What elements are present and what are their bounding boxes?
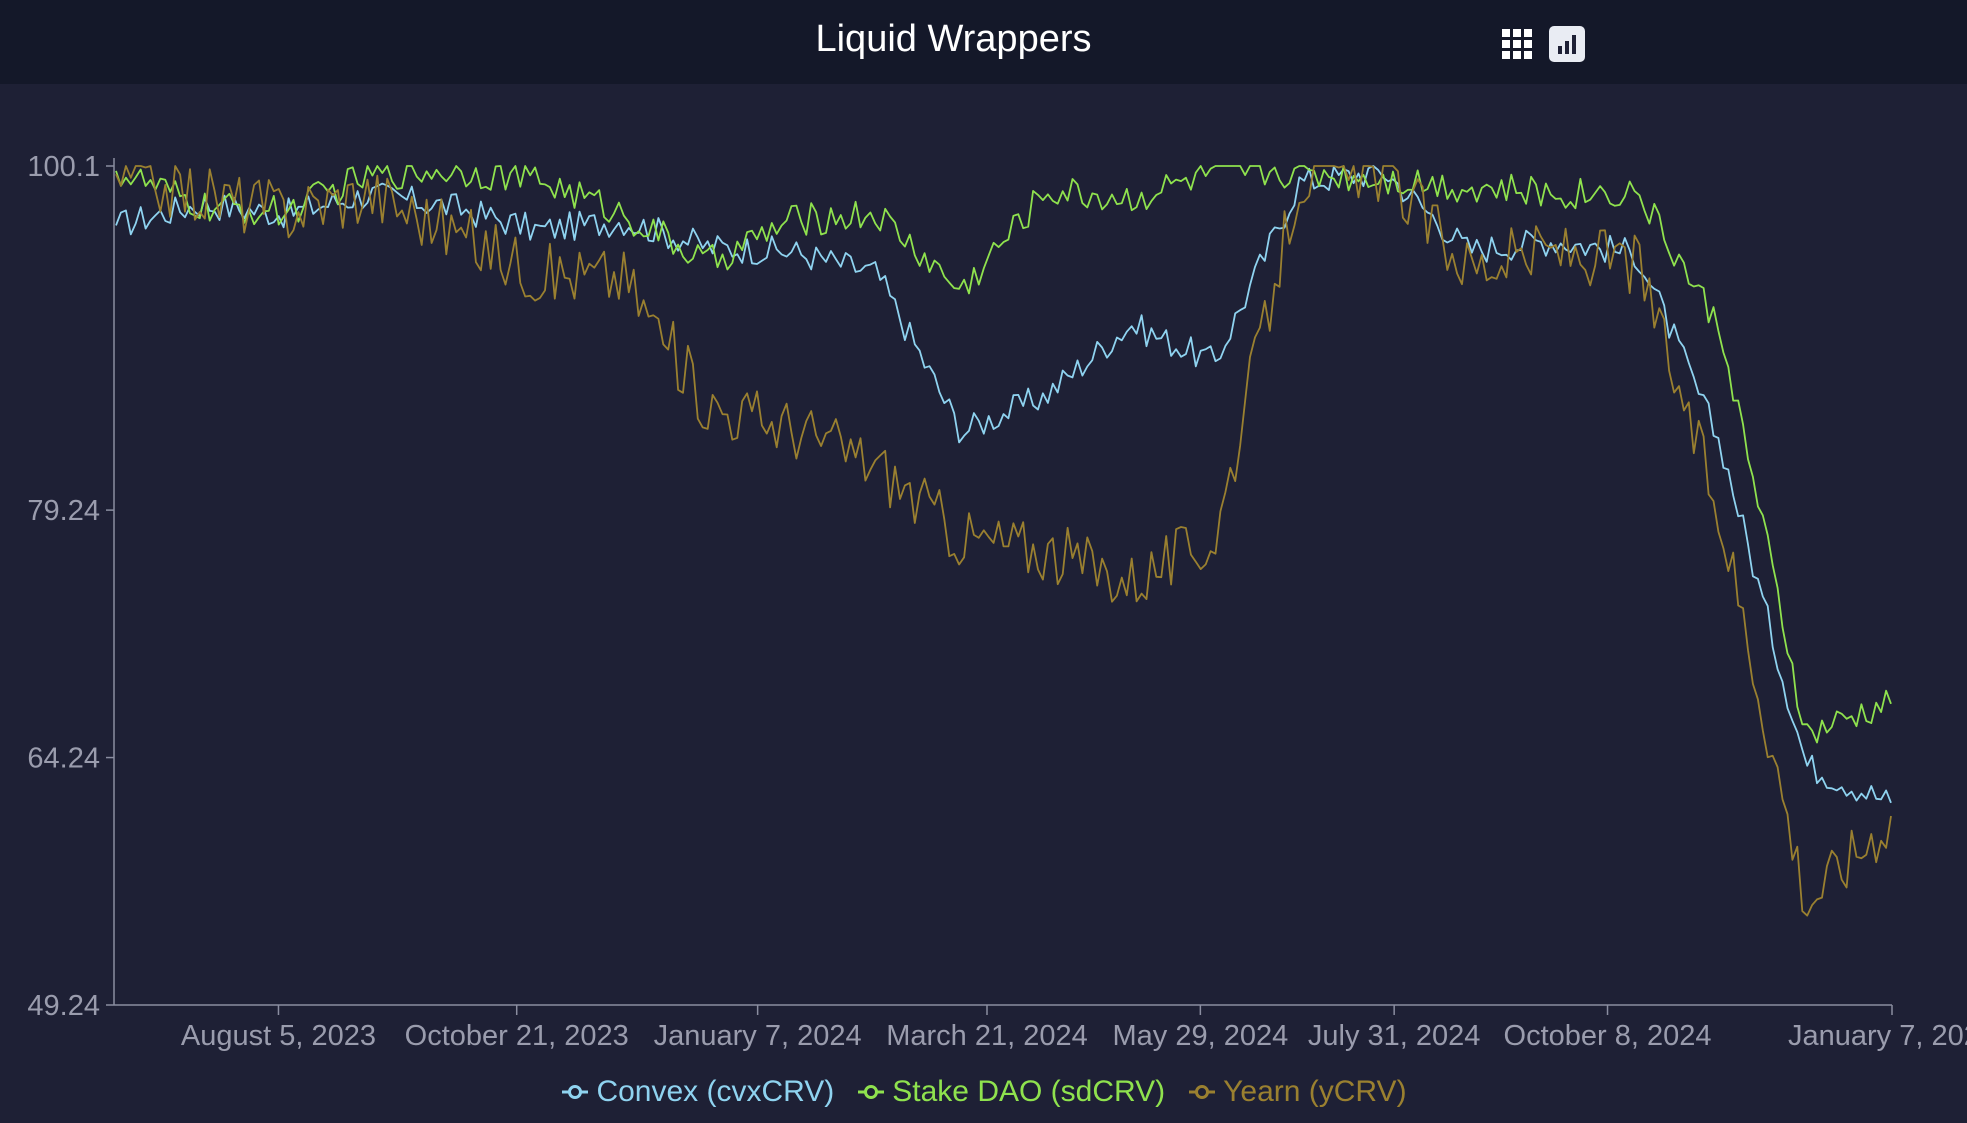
x-tick-label: August 5, 2023 — [181, 1020, 376, 1052]
y-tick-label: 49.24 — [27, 990, 100, 1022]
chart-title: Liquid Wrappers — [815, 18, 1092, 60]
bar-chart-icon — [1558, 35, 1576, 54]
legend-marker-icon — [1189, 1085, 1216, 1099]
legend-label: Convex (cvxCRV) — [596, 1075, 835, 1108]
series-line-convex — [115, 165, 1892, 804]
chart-header: Liquid Wrappers — [0, 0, 1967, 84]
legend-item[interactable]: Convex (cvxCRV) — [560, 1075, 834, 1109]
legend-item[interactable]: Yearn (yCRV) — [1187, 1075, 1407, 1109]
chart-axes: 100.1 79.24 64.24 49.24 August 5, 2023 Octobe… — [27, 151, 1967, 1052]
y-tick-label: 64.24 — [27, 743, 100, 775]
legend-marker-icon — [562, 1085, 589, 1099]
series-line-yearn — [115, 165, 1892, 917]
x-tick-label: March 21, 2024 — [886, 1020, 1088, 1052]
x-tick-label: May 29, 2024 — [1112, 1020, 1288, 1052]
line-chart: 100.1 79.24 64.24 49.24 August 5, 2023 Octobe… — [27, 151, 1967, 1052]
series-layer — [115, 165, 1892, 917]
legend-marker-icon — [858, 1085, 885, 1099]
legend-item[interactable]: Stake DAO (sdCRV) — [856, 1075, 1165, 1109]
x-tick-label: October 21, 2023 — [405, 1020, 629, 1052]
legend-label: Yearn (yCRV) — [1223, 1075, 1407, 1108]
x-tick-label: July 31, 2024 — [1308, 1020, 1481, 1052]
chart-legend: Convex (cvxCRV) Stake DAO (sdCRV) Yearn (y… — [0, 1072, 1967, 1112]
y-tick-label: 100.1 — [27, 151, 100, 183]
y-tick-label: 79.24 — [27, 495, 100, 527]
grid-icon — [1502, 29, 1532, 59]
legend-label: Stake DAO (sdCRV) — [892, 1075, 1166, 1108]
x-tick-label: January 7, 2024 — [654, 1020, 862, 1052]
x-tick-label: October 8, 2024 — [1504, 1020, 1712, 1052]
chart-view-button[interactable] — [1549, 26, 1585, 62]
grid-view-button[interactable] — [1499, 26, 1535, 62]
x-tick-label: January 7, 2025 — [1788, 1020, 1967, 1052]
